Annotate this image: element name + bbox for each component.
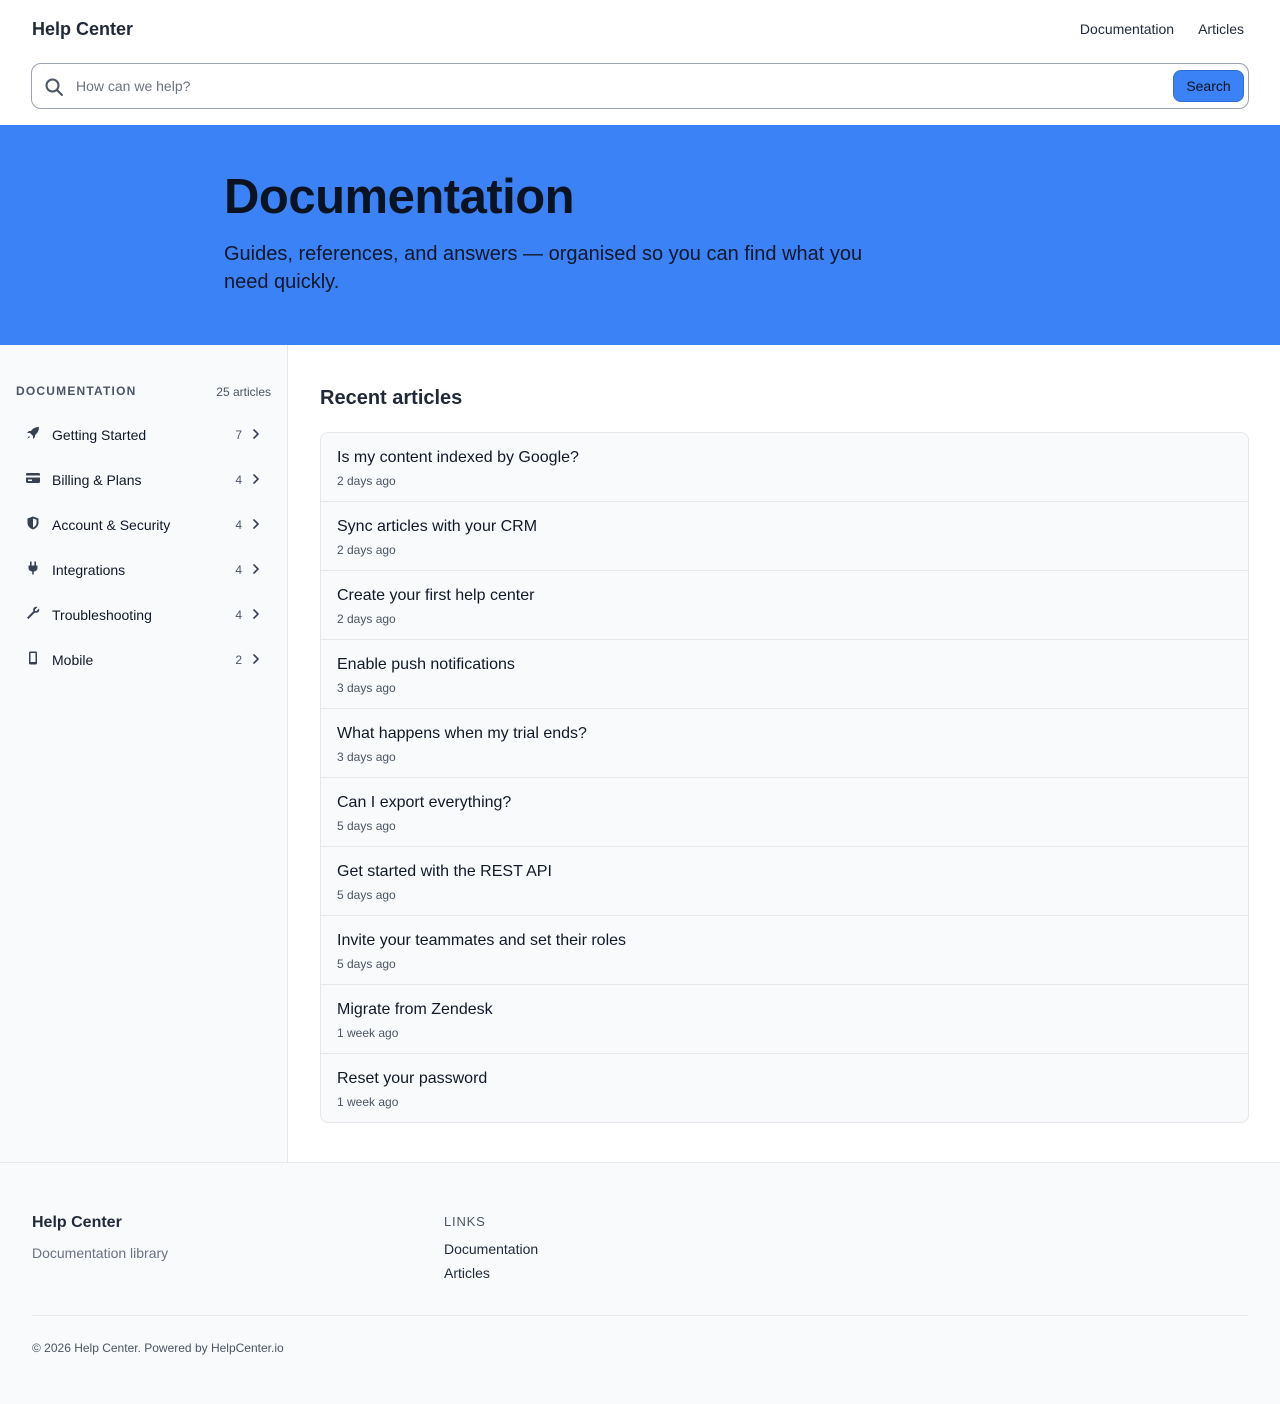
sidebar-item-count: 4 xyxy=(235,608,242,622)
chevron-right-icon xyxy=(253,429,259,439)
chevron-right-icon xyxy=(253,564,259,574)
site-header: Help Center Documentation Articles Searc… xyxy=(0,0,1280,125)
wrench-icon xyxy=(27,606,40,619)
chevron-right-icon xyxy=(253,519,259,529)
sidebar-item-troubleshooting[interactable]: Troubleshooting 4 xyxy=(16,593,272,638)
content-area: DOCUMENTATION 25 articles Getting Starte… xyxy=(0,345,1280,1162)
copyright-text: © 2026 Help Center. Powered by HelpCente… xyxy=(32,1341,284,1355)
credit-card-icon xyxy=(26,473,40,483)
article-date: 1 week ago xyxy=(337,1026,399,1040)
shield-icon xyxy=(27,516,39,530)
article-date: 2 days ago xyxy=(337,612,396,626)
article-item[interactable]: Migrate from Zendesk 1 week ago xyxy=(321,985,1248,1054)
article-item[interactable]: Reset your password 1 week ago xyxy=(321,1054,1248,1122)
article-title: Sync articles with your CRM xyxy=(337,518,538,535)
search-icon xyxy=(45,78,63,96)
sidebar-item-integrations[interactable]: Integrations 4 xyxy=(16,548,272,593)
search-bar: Search xyxy=(31,63,1249,109)
sidebar-item-count: 4 xyxy=(235,473,242,487)
sidebar-item-getting-started[interactable]: Getting Started 7 xyxy=(16,413,272,458)
article-title: Reset your password xyxy=(337,1070,488,1087)
site-footer: Help Center Documentation library LINKS … xyxy=(0,1162,1280,1404)
chevron-right-icon xyxy=(253,474,259,484)
category-list: Getting Started 7 Billing & Plans 4 Acco… xyxy=(16,413,272,683)
sidebar-item-label: Troubleshooting xyxy=(52,607,152,623)
article-title: Is my content indexed by Google? xyxy=(337,449,579,466)
article-date: 5 days ago xyxy=(337,888,396,902)
footer-brand: Help Center xyxy=(32,1214,122,1231)
sidebar-article-count: 25 articles xyxy=(216,385,271,399)
sidebar-item-count: 4 xyxy=(235,563,242,577)
sidebar-item-count: 2 xyxy=(235,653,242,667)
article-date: 2 days ago xyxy=(337,474,396,488)
article-item[interactable]: Invite your teammates and set their role… xyxy=(321,916,1248,985)
top-nav: Documentation Articles xyxy=(1080,21,1244,37)
sidebar: DOCUMENTATION 25 articles Getting Starte… xyxy=(0,345,288,1162)
article-date: 5 days ago xyxy=(337,957,396,971)
chevron-right-icon xyxy=(253,609,259,619)
sidebar-heading: DOCUMENTATION xyxy=(16,384,137,398)
section-heading: Recent articles xyxy=(320,387,463,409)
footer-link-articles[interactable]: Articles xyxy=(444,1265,490,1281)
footer-tagline: Documentation library xyxy=(32,1245,169,1261)
footer-divider xyxy=(32,1315,1248,1316)
sidebar-item-label: Account & Security xyxy=(52,517,171,533)
mobile-icon xyxy=(29,651,37,665)
article-date: 3 days ago xyxy=(337,681,396,695)
article-title: Can I export everything? xyxy=(337,794,512,811)
article-item[interactable]: What happens when my trial ends? 3 days … xyxy=(321,709,1248,778)
article-item[interactable]: Enable push notifications 3 days ago xyxy=(321,640,1248,709)
sidebar-item-count: 4 xyxy=(235,518,242,532)
article-item[interactable]: Can I export everything? 5 days ago xyxy=(321,778,1248,847)
article-title: Enable push notifications xyxy=(337,656,515,673)
nav-link-documentation[interactable]: Documentation xyxy=(1080,21,1174,37)
rocket-icon xyxy=(27,427,39,439)
article-date: 1 week ago xyxy=(337,1095,399,1109)
search-button[interactable]: Search xyxy=(1173,70,1244,102)
footer-links-heading: LINKS xyxy=(444,1214,486,1229)
article-date: 3 days ago xyxy=(337,750,396,764)
article-item[interactable]: Get started with the REST API 5 days ago xyxy=(321,847,1248,916)
chevron-right-icon xyxy=(253,654,259,664)
page-subtitle: Guides, references, and answers — organi… xyxy=(224,243,863,293)
sidebar-item-label: Integrations xyxy=(52,562,126,578)
brand-title[interactable]: Help Center xyxy=(32,19,133,40)
article-list: Is my content indexed by Google? 2 days … xyxy=(320,432,1249,1123)
footer-link-documentation[interactable]: Documentation xyxy=(444,1241,538,1257)
sidebar-item-label: Mobile xyxy=(52,652,94,668)
article-date: 5 days ago xyxy=(337,819,396,833)
article-title: Create your first help center xyxy=(337,587,535,604)
search-input[interactable] xyxy=(76,72,1156,100)
nav-link-articles[interactable]: Articles xyxy=(1198,21,1244,37)
sidebar-item-label: Getting Started xyxy=(52,427,147,443)
hero-banner: Documentation Guides, references, and an… xyxy=(0,125,1280,345)
article-item[interactable]: Sync articles with your CRM 2 days ago xyxy=(321,502,1248,571)
sidebar-item-count: 7 xyxy=(235,428,242,442)
article-title: What happens when my trial ends? xyxy=(337,725,587,742)
sidebar-item-account-security[interactable]: Account & Security 4 xyxy=(16,503,272,548)
page-title: Documentation xyxy=(224,170,575,224)
article-title: Invite your teammates and set their role… xyxy=(337,932,627,949)
sidebar-item-mobile[interactable]: Mobile 2 xyxy=(16,638,272,683)
sidebar-item-billing-plans[interactable]: Billing & Plans 4 xyxy=(16,458,272,503)
article-title: Get started with the REST API xyxy=(337,863,552,880)
article-title: Migrate from Zendesk xyxy=(337,1001,493,1018)
sidebar-item-label: Billing & Plans xyxy=(52,472,142,488)
plug-icon xyxy=(28,561,38,575)
article-date: 2 days ago xyxy=(337,543,396,557)
article-item[interactable]: Create your first help center 2 days ago xyxy=(321,571,1248,640)
article-item[interactable]: Is my content indexed by Google? 2 days … xyxy=(321,433,1248,502)
